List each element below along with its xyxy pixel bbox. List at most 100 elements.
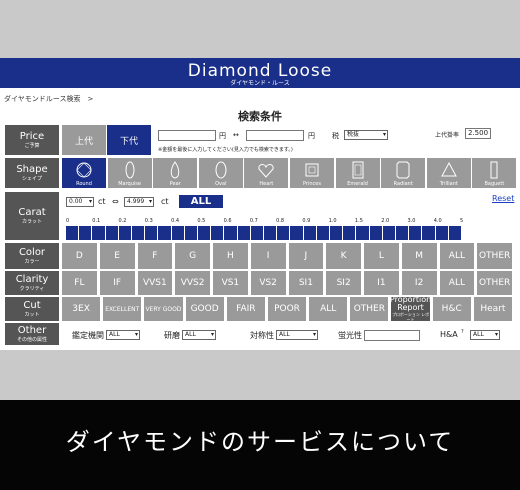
- cut-option-all[interactable]: ALL: [309, 297, 348, 321]
- color-option-e[interactable]: E: [99, 243, 135, 269]
- multiplier-input[interactable]: 2.500: [465, 128, 491, 139]
- carat-slider-segment[interactable]: [198, 226, 212, 240]
- clarity-option-all[interactable]: ALL: [439, 271, 475, 295]
- cut-option-good[interactable]: GOOD: [185, 297, 224, 321]
- clarity-option-fl[interactable]: FL: [62, 271, 97, 295]
- color-option-d[interactable]: D: [62, 243, 97, 269]
- cut-option-poor[interactable]: POOR: [267, 297, 307, 321]
- price-label-text: Price: [19, 130, 45, 142]
- clarity-option-vvs1[interactable]: VVS1: [137, 271, 173, 295]
- tab-lower-price[interactable]: 下代: [107, 125, 151, 155]
- tax-select[interactable]: 税抜: [344, 130, 388, 140]
- cut-option-excellent[interactable]: EXCELLENT: [103, 297, 142, 321]
- shape-option-emerald[interactable]: Emerald: [335, 158, 380, 188]
- carat-slider-segment[interactable]: [106, 226, 119, 240]
- other-field-label: 鑑定機関: [72, 331, 104, 340]
- color-option-g[interactable]: G: [175, 243, 210, 269]
- carat-slider-segment[interactable]: [158, 226, 172, 240]
- cut-option-h-c[interactable]: H&C: [432, 297, 471, 321]
- carat-slider-segment[interactable]: [396, 226, 410, 240]
- clarity-option-other[interactable]: OTHER: [477, 271, 512, 295]
- color-option-f[interactable]: F: [137, 243, 173, 269]
- carat-slider[interactable]: [66, 226, 463, 240]
- carat-slider-segment[interactable]: [330, 226, 344, 240]
- carat-slider-segment[interactable]: [436, 226, 449, 240]
- shape-option-trilliant[interactable]: Trilliant: [426, 158, 471, 188]
- color-option-all[interactable]: ALL: [439, 243, 475, 269]
- color-option-j[interactable]: J: [288, 243, 324, 269]
- carat-slider-segment[interactable]: [383, 226, 397, 240]
- shape-option-heart[interactable]: Heart: [244, 158, 289, 188]
- carat-slider-segment[interactable]: [422, 226, 436, 240]
- other-field-select[interactable]: ALL: [470, 330, 500, 340]
- carat-slider-segment[interactable]: [66, 226, 80, 240]
- breadcrumb[interactable]: ダイヤモンドルース検索 >: [4, 94, 93, 104]
- carat-all-button[interactable]: ALL: [179, 195, 223, 208]
- cut-option-heart[interactable]: Heart: [473, 297, 512, 321]
- carat-slider-segment[interactable]: [251, 226, 265, 240]
- other-field-select[interactable]: [364, 330, 420, 341]
- reset-link[interactable]: Reset: [492, 194, 514, 203]
- carat-slider-segment[interactable]: [449, 226, 463, 240]
- color-option-k[interactable]: K: [326, 243, 361, 269]
- shape-option-oval[interactable]: Oval: [198, 158, 243, 188]
- shape-label-text: Shape: [16, 163, 48, 175]
- carat-slider-segment[interactable]: [370, 226, 383, 240]
- clarity-option-si2[interactable]: SI2: [326, 271, 361, 295]
- carat-tick-label: 5: [460, 218, 464, 224]
- carat-slider-segment[interactable]: [343, 226, 357, 240]
- clarity-option-if[interactable]: IF: [99, 271, 135, 295]
- clarity-option-vs1[interactable]: VS1: [213, 271, 248, 295]
- cut-option-very-good[interactable]: VERY GOOD: [144, 297, 183, 321]
- color-option-h[interactable]: H: [213, 243, 248, 269]
- color-option-i[interactable]: I: [250, 243, 286, 269]
- color-option-l[interactable]: L: [364, 243, 399, 269]
- carat-slider-segment[interactable]: [119, 226, 133, 240]
- carat-slider-segment[interactable]: [317, 226, 331, 240]
- shape-option-princes[interactable]: Princes: [290, 158, 334, 188]
- carat-slider-segment[interactable]: [92, 226, 106, 240]
- carat-slider-segment[interactable]: [277, 226, 291, 240]
- carat-slider-segment[interactable]: [185, 226, 199, 240]
- carat-slider-segment[interactable]: [409, 226, 423, 240]
- footer-banner[interactable]: ダイヤモンドのサービスについて: [0, 400, 520, 490]
- color-option-other[interactable]: OTHER: [477, 243, 512, 269]
- carat-slider-segment[interactable]: [238, 226, 251, 240]
- carat-slider-segment[interactable]: [224, 226, 238, 240]
- clarity-option-vs2[interactable]: VS2: [250, 271, 286, 295]
- carat-from-select[interactable]: 0.00: [66, 197, 94, 207]
- carat-slider-segment[interactable]: [132, 226, 146, 240]
- cut-option-3ex[interactable]: 3EX: [62, 297, 101, 321]
- shape-option-round[interactable]: Round: [62, 158, 106, 188]
- carat-slider-segment[interactable]: [264, 226, 278, 240]
- shape-option-marquise[interactable]: Marquise: [107, 158, 152, 188]
- clarity-option-vvs2[interactable]: VVS2: [175, 271, 210, 295]
- clarity-option-si1[interactable]: SI1: [288, 271, 324, 295]
- carat-to-select[interactable]: 4.999: [124, 197, 154, 207]
- cut-option-other[interactable]: OTHER: [350, 297, 389, 321]
- carat-slider-segment[interactable]: [172, 226, 185, 240]
- shape-option-radiant[interactable]: Radiant: [381, 158, 426, 188]
- cut-option-proportion-report[interactable]: Proportion Report プロポーション レポート: [390, 296, 431, 323]
- carat-slider-segment[interactable]: [290, 226, 304, 240]
- shape-option-baguett[interactable]: Baguett: [472, 158, 517, 188]
- other-label-jp: その他の属性: [16, 336, 47, 343]
- clarity-option-i1[interactable]: I1: [364, 271, 399, 295]
- clarity-option-i2[interactable]: I2: [401, 271, 437, 295]
- radiant-icon: [381, 158, 425, 182]
- carat-slider-segment[interactable]: [304, 226, 317, 240]
- tab-upper-price[interactable]: 上代: [62, 125, 106, 155]
- carat-slider-segment[interactable]: [145, 226, 159, 240]
- carat-slider-segment[interactable]: [79, 226, 93, 240]
- carat-slider-segment[interactable]: [211, 226, 225, 240]
- color-option-m[interactable]: M: [401, 243, 437, 269]
- price-min-input[interactable]: [158, 130, 216, 141]
- other-field-select[interactable]: ALL: [276, 330, 318, 340]
- other-field-select[interactable]: ALL: [106, 330, 140, 340]
- help-icon[interactable]: ?: [461, 329, 464, 335]
- other-field-select[interactable]: ALL: [182, 330, 216, 340]
- price-max-input[interactable]: [246, 130, 304, 141]
- cut-option-fair[interactable]: FAIR: [226, 297, 265, 321]
- shape-option-pear[interactable]: Pear: [153, 158, 198, 188]
- carat-slider-segment[interactable]: [356, 226, 370, 240]
